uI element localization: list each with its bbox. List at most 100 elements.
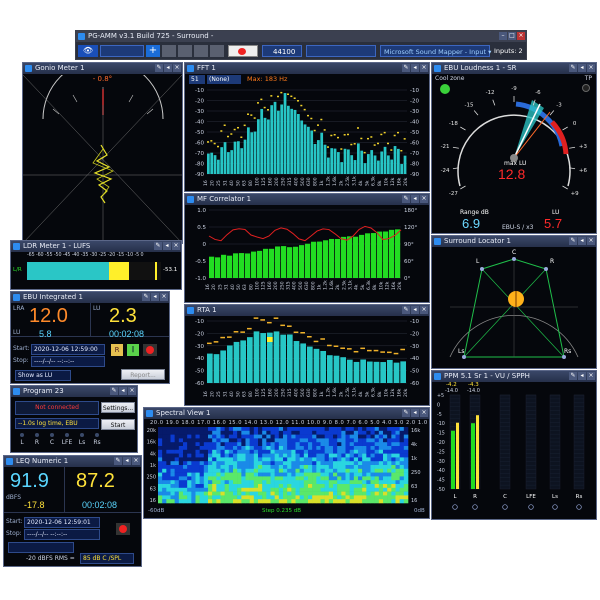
close-icon[interactable]: ×: [160, 293, 168, 301]
rta-window[interactable]: RTA 1 ✎ ◂ × -10 -10 -20 -20 -30 -30 -40 -40 -50 -50-…: [184, 304, 430, 406]
pin-icon[interactable]: ✎: [110, 387, 118, 395]
spectrogram-cell: [283, 427, 287, 431]
minimize-button[interactable]: –: [499, 32, 507, 40]
ppm-window[interactable]: PPM 5.1 Sr 1 - VU / SPPH ✎ ◂ × -4.2 -4.3 -1…: [431, 370, 597, 520]
spectrogram-cell: [262, 499, 266, 503]
stop-time-field[interactable]: ----/--/-- --:--:--: [31, 356, 105, 367]
spectrogram-cell: [325, 476, 329, 480]
corr-x-label: 5k: [360, 284, 366, 290]
close-icon[interactable]: ×: [172, 242, 180, 250]
expand-icon[interactable]: ◂: [163, 242, 171, 250]
close-icon[interactable]: ×: [587, 372, 595, 380]
program-window[interactable]: Program 23 ✎ ◂ × Not connected Settings... …: [10, 385, 138, 453]
spectrogram-cell: [229, 492, 233, 496]
pin-icon[interactable]: ✎: [402, 409, 410, 417]
pin-icon[interactable]: ✎: [569, 64, 577, 72]
expand-icon[interactable]: ◂: [123, 457, 131, 465]
edit-icon[interactable]: [162, 45, 176, 57]
close-icon[interactable]: ×: [420, 409, 428, 417]
record-stop-button[interactable]: [143, 344, 157, 356]
close-icon[interactable]: ×: [173, 64, 181, 72]
reset-button[interactable]: R: [111, 344, 123, 356]
pin-icon[interactable]: ✎: [402, 195, 410, 203]
pin-icon[interactable]: ✎: [402, 64, 410, 72]
expand-icon[interactable]: ◂: [151, 293, 159, 301]
close-icon[interactable]: ×: [587, 64, 595, 72]
ldr-meter-window[interactable]: LDR Meter 1 - LUFS ✎ ◂ × -65 -60 -55 -50 -4…: [10, 240, 182, 290]
leq-record-button[interactable]: [116, 523, 130, 535]
channel-toggle-rs[interactable]: Rs: [90, 432, 104, 446]
spectrogram-cell: [225, 480, 229, 484]
leq-mode-select[interactable]: [8, 542, 74, 553]
expand-icon[interactable]: ◂: [411, 409, 419, 417]
input-device-select[interactable]: Microsoft Sound Mapper - Input ▾: [380, 45, 490, 57]
leq-stop-field[interactable]: ----/--/-- --:--:--: [24, 529, 100, 540]
spectrogram-cell: [379, 484, 383, 488]
report-button[interactable]: Report...: [121, 369, 165, 380]
spectrogram-cell: [166, 446, 170, 450]
close-icon[interactable]: ×: [587, 237, 595, 245]
fft-bands-select[interactable]: 51: [189, 75, 205, 84]
channel-toggle-lfe[interactable]: LFE: [60, 432, 74, 446]
pin-icon[interactable]: ✎: [114, 457, 122, 465]
settings-button[interactable]: Settings...: [101, 402, 135, 413]
expand-icon[interactable]: ◂: [164, 64, 172, 72]
expand-icon[interactable]: ◂: [578, 237, 586, 245]
close-icon[interactable]: ×: [132, 457, 140, 465]
spectral-view-window[interactable]: Spectral View 1 ✎ ◂ × 20.0 19.0 18.0 17.0 1…: [143, 407, 430, 519]
expand-icon[interactable]: ◂: [411, 64, 419, 72]
spectrogram-cell: [275, 461, 279, 465]
spectrogram-cell: [379, 480, 383, 484]
close-button[interactable]: ×: [517, 32, 525, 40]
pin-icon[interactable]: ✎: [154, 242, 162, 250]
spectrogram-cell: [371, 457, 375, 461]
pin-icon[interactable]: ✎: [155, 64, 163, 72]
log-time-field[interactable]: --1.0s log time, EBU: [15, 418, 99, 429]
start-time-field[interactable]: 2020-12-06 12:59:00: [31, 344, 105, 355]
channel-toggle-ls[interactable]: Ls: [75, 432, 89, 446]
ebu-integrated-window[interactable]: EBU Integrated 1 ✎ ◂ × LRA 12.0 LU 2.3 LU 5…: [10, 291, 170, 384]
pin-icon[interactable]: ✎: [569, 372, 577, 380]
sample-rate-select[interactable]: 44100: [262, 45, 302, 57]
fft-preset-select[interactable]: (None): [207, 75, 241, 84]
ebu-loudness-window[interactable]: EBU Loudness 1 - SR ✎ ◂ × Cool zone TP -27-…: [431, 62, 597, 234]
loudness-tick-label: -9: [511, 86, 517, 92]
pen-icon[interactable]: [210, 45, 224, 57]
start-button[interactable]: Start: [101, 419, 135, 430]
format-select[interactable]: [306, 45, 376, 57]
spectrogram-cell: [304, 438, 308, 442]
preset-select[interactable]: [100, 45, 144, 57]
eye-button[interactable]: 👁: [78, 45, 98, 57]
maximize-button[interactable]: □: [508, 32, 516, 40]
expand-icon[interactable]: ◂: [578, 64, 586, 72]
fft-window[interactable]: FFT 1 ✎ ◂ × 51 (None) Max: 183 Hz -10 -10 -20…: [184, 62, 430, 192]
rta-bar: [300, 343, 306, 383]
leq-start-field[interactable]: 2020-12-06 12:59:01: [24, 517, 100, 528]
expand-icon[interactable]: ◂: [411, 306, 419, 314]
link-icon[interactable]: [194, 45, 208, 57]
surround-locator-window[interactable]: Surround Locator 1 ✎ ◂ × L C R Ls Rs: [431, 235, 597, 369]
pin-icon[interactable]: ✎: [402, 306, 410, 314]
mf-correlator-window[interactable]: MF Correlator 1 ✎ ◂ × 180° 1.0 120° 0.5 90° 0 60°…: [184, 193, 430, 303]
pause-button[interactable]: ‖: [127, 344, 139, 356]
close-icon[interactable]: ×: [420, 195, 428, 203]
close-icon[interactable]: ×: [420, 306, 428, 314]
channel-toggle-r[interactable]: R: [30, 432, 44, 446]
record-button[interactable]: [228, 45, 258, 57]
gonio-meter-window[interactable]: Gonio Meter 1 ✎ ◂ × - 0.8°: [22, 62, 183, 244]
pin-icon[interactable]: ✎: [569, 237, 577, 245]
close-icon[interactable]: ×: [420, 64, 428, 72]
expand-icon[interactable]: ◂: [411, 195, 419, 203]
spectrogram-cell: [266, 484, 270, 488]
leq-numeric-window[interactable]: LEQ Numeric 1 ✎ ◂ × 91.9 87.2 dBFS -17.8 00…: [3, 455, 142, 567]
channel-toggle-c[interactable]: C: [45, 432, 59, 446]
rms-value-select[interactable]: 85 dB C /SPL: [80, 553, 134, 564]
expand-icon[interactable]: ◂: [578, 372, 586, 380]
pin-icon[interactable]: ✎: [142, 293, 150, 301]
add-meter-button[interactable]: +: [146, 45, 160, 57]
tools-icon[interactable]: [178, 45, 192, 57]
channel-toggle-l[interactable]: L: [15, 432, 29, 446]
close-icon[interactable]: ×: [128, 387, 136, 395]
show-as-select[interactable]: Show as LU: [15, 370, 71, 381]
expand-icon[interactable]: ◂: [119, 387, 127, 395]
